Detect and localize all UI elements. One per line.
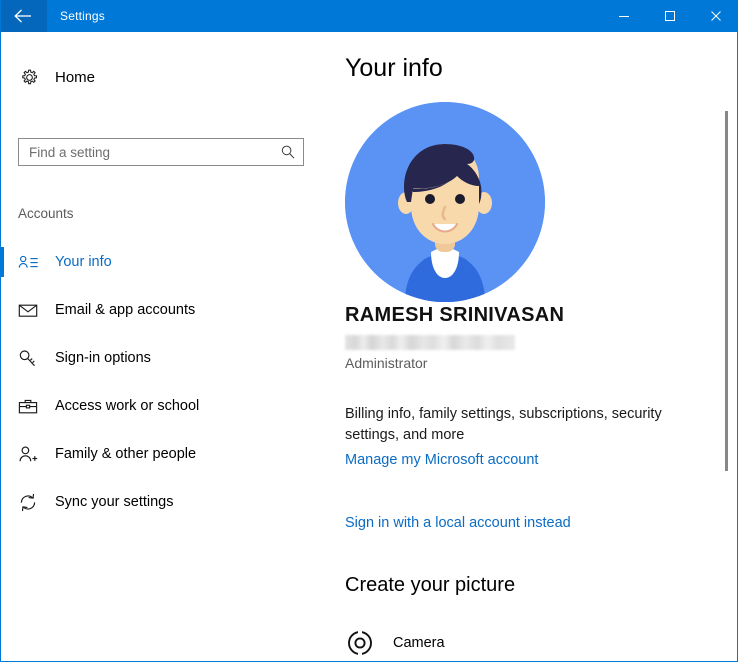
sidebar-item-sign-in-options[interactable]: Sign-in options: [1, 334, 331, 382]
sidebar-home-label: Home: [55, 68, 96, 86]
sign-in-local-account-link[interactable]: Sign in with a local account instead: [345, 515, 571, 531]
selection-indicator: [1, 343, 4, 373]
envelope-icon: [18, 302, 40, 318]
email-redacted-bar: [345, 335, 515, 350]
sidebar-item-label: Your info: [55, 254, 112, 270]
key-icon: [18, 349, 40, 368]
minimize-button[interactable]: [601, 0, 647, 32]
camera-circle-icon: [345, 630, 375, 656]
settings-window: Settings Home Find a setting Accounts Yo…: [0, 0, 738, 662]
sidebar-item-access-work-or-school[interactable]: Access work or school: [1, 382, 331, 430]
manage-microsoft-account-link[interactable]: Manage my Microsoft account: [345, 452, 538, 468]
add-person-icon: [18, 445, 40, 464]
sidebar-item-label: Access work or school: [55, 398, 200, 414]
sidebar-item-label: Email & app accounts: [55, 302, 196, 318]
close-button[interactable]: [693, 0, 737, 32]
sidebar-item-email-app-accounts[interactable]: Email & app accounts: [1, 286, 331, 334]
user-avatar-illustration: [345, 102, 545, 302]
maximize-button[interactable]: [647, 0, 693, 32]
close-icon: [711, 11, 721, 21]
gear-icon: [17, 68, 41, 87]
user-name: RAMESH SRINIVASAN: [345, 304, 565, 326]
back-arrow-icon: [14, 9, 31, 23]
sidebar-group-header: Accounts: [18, 206, 74, 221]
selection-indicator: [1, 247, 4, 277]
main-content: Your info RAMESH SRINIVASAN Administrato…: [331, 32, 737, 661]
sidebar: Home Accounts: [1, 32, 331, 661]
search-box[interactable]: [18, 138, 304, 166]
title-bar: Settings: [1, 0, 737, 32]
create-your-picture-heading: Create your picture: [345, 574, 516, 596]
page-title: Your info: [345, 54, 443, 82]
back-button[interactable]: [1, 0, 47, 32]
user-info-icon: [18, 254, 40, 271]
sidebar-item-label: Sync your settings: [55, 494, 174, 510]
sidebar-nav-list: Your info Email & app accounts Sign-in o…: [1, 238, 331, 526]
scrollbar-thumb[interactable]: [725, 111, 728, 471]
content-scrollbar[interactable]: [725, 33, 730, 661]
selection-indicator: [1, 487, 4, 517]
sidebar-item-label: Sign-in options: [55, 350, 151, 366]
search-button[interactable]: [273, 139, 303, 165]
window-title: Settings: [60, 9, 105, 23]
selection-indicator: [1, 295, 4, 325]
sidebar-item-family-other-people[interactable]: Family & other people: [1, 430, 331, 478]
selection-indicator: [1, 439, 4, 469]
selection-indicator: [1, 391, 4, 421]
briefcase-icon: [18, 398, 40, 415]
account-description: Billing info, family settings, subscript…: [345, 406, 662, 443]
search-input[interactable]: [19, 139, 273, 165]
avatar: [345, 102, 545, 302]
maximize-icon: [665, 11, 675, 21]
camera-label: Camera: [393, 635, 445, 651]
minimize-icon: [619, 16, 629, 17]
sidebar-item-your-info[interactable]: Your info: [1, 238, 331, 286]
sync-icon: [18, 493, 40, 512]
sidebar-item-home[interactable]: Home: [1, 58, 331, 96]
search-icon: [281, 145, 295, 159]
title-bar-spacer: [105, 0, 601, 32]
user-role: Administrator: [345, 355, 428, 371]
sidebar-item-sync-your-settings[interactable]: Sync your settings: [1, 478, 331, 526]
sidebar-item-label: Family & other people: [55, 446, 197, 462]
camera-option[interactable]: Camera: [345, 630, 445, 656]
